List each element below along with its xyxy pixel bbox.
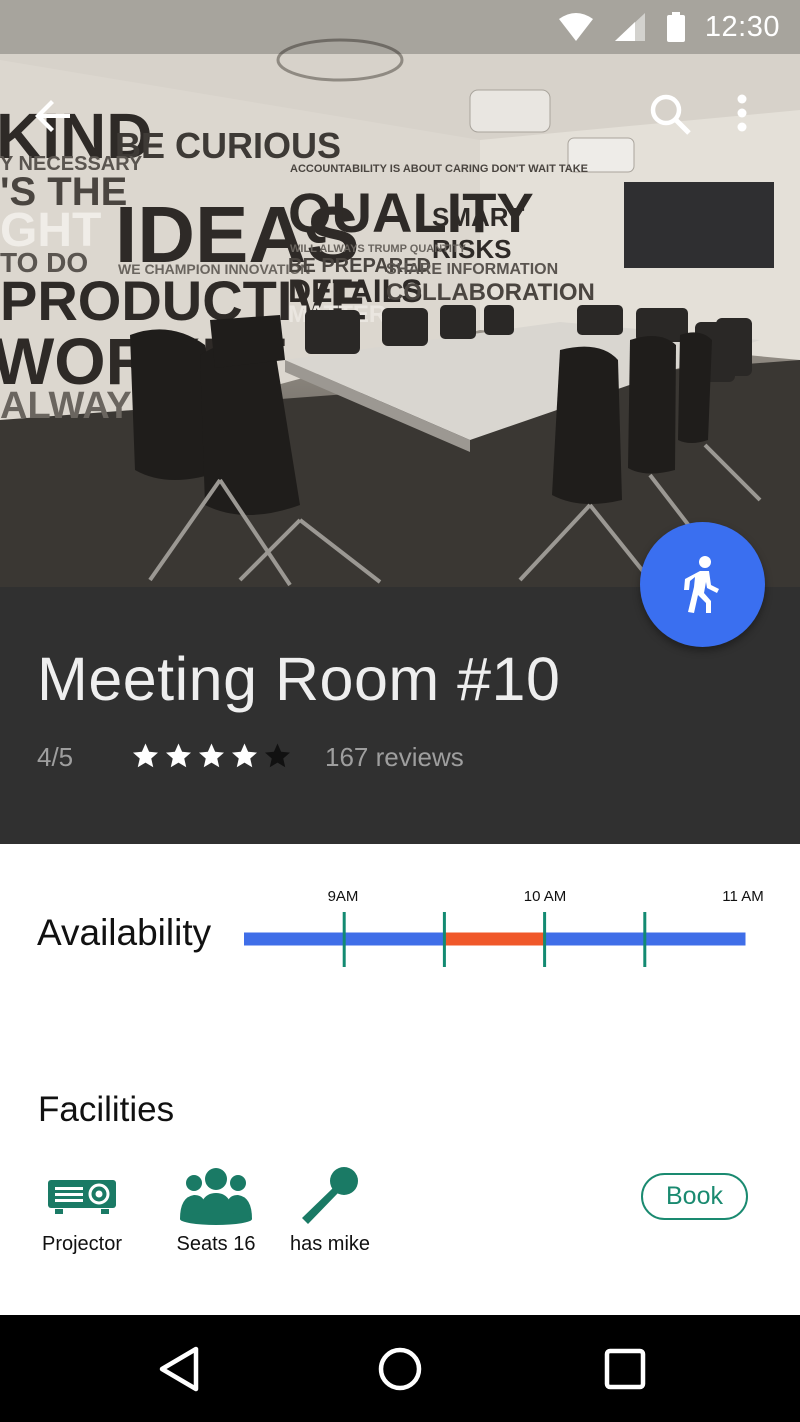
system-nav-bar [0, 1315, 800, 1422]
more-vert-icon[interactable] [726, 90, 758, 138]
walking-person-icon [683, 555, 719, 613]
facility-microphone: has mike [284, 1165, 376, 1256]
timeline-tick [442, 912, 446, 967]
timeline-segment-free[interactable] [644, 932, 746, 946]
facility-label: Projector [41, 1233, 123, 1255]
microphone-icon [300, 1165, 360, 1227]
timeline-segment-free[interactable] [244, 932, 345, 946]
availability-timeline[interactable]: 9AM 10 AM 11 AM [0, 880, 800, 980]
back-triangle-icon[interactable] [154, 1343, 206, 1395]
facilities-title: Facilities [38, 1090, 175, 1129]
star-rating [129, 741, 294, 771]
wall-word: WILL ALWAYS TRUMP QUANTITY [290, 243, 467, 255]
projector-icon [47, 1165, 117, 1227]
timeline-segment-free[interactable] [544, 932, 646, 946]
status-bar: 12:30 [0, 0, 800, 54]
facility-label: Seats 16 [176, 1233, 256, 1255]
timeline-tick [543, 912, 547, 967]
search-icon[interactable] [646, 90, 694, 138]
timeline-segment-booked[interactable] [444, 932, 546, 946]
back-arrow-icon[interactable] [30, 92, 78, 140]
people-group-icon [180, 1165, 252, 1227]
timeline-segment-free[interactable] [344, 932, 445, 946]
facility-label: has mike [289, 1233, 371, 1255]
home-circle-icon[interactable] [374, 1343, 426, 1395]
star-filled-icon [133, 743, 158, 768]
timeline-tick [643, 912, 647, 967]
room-title: Meeting Room #10 [37, 645, 561, 713]
app-bar [0, 76, 800, 152]
star-filled-icon [199, 743, 224, 768]
cell-signal-icon [614, 13, 645, 41]
book-button[interactable]: Book [641, 1173, 748, 1220]
battery-icon [666, 12, 685, 42]
wifi-icon [558, 13, 593, 41]
recents-square-icon[interactable] [599, 1343, 651, 1395]
facility-projector: Projector [36, 1165, 128, 1256]
wall-word: ACCOUNTABILITY IS ABOUT CARING DON'T WAI… [290, 163, 588, 175]
rating-row: 4/5 167 reviews [37, 737, 737, 777]
star-empty-icon [265, 743, 290, 768]
timeline-tick [342, 912, 346, 967]
wall-word: COLLABORATION [386, 279, 595, 306]
timeline-bar [244, 912, 746, 967]
wall-word: SMART [432, 202, 525, 232]
reviews-count[interactable]: 167 reviews [325, 742, 464, 773]
walk-directions-button[interactable] [640, 522, 765, 647]
status-time: 12:30 [704, 10, 780, 43]
star-filled-icon [166, 743, 191, 768]
star-filled-icon [232, 743, 257, 768]
rating-text: 4/5 [37, 742, 74, 772]
facility-seats: Seats 16 [170, 1165, 262, 1256]
